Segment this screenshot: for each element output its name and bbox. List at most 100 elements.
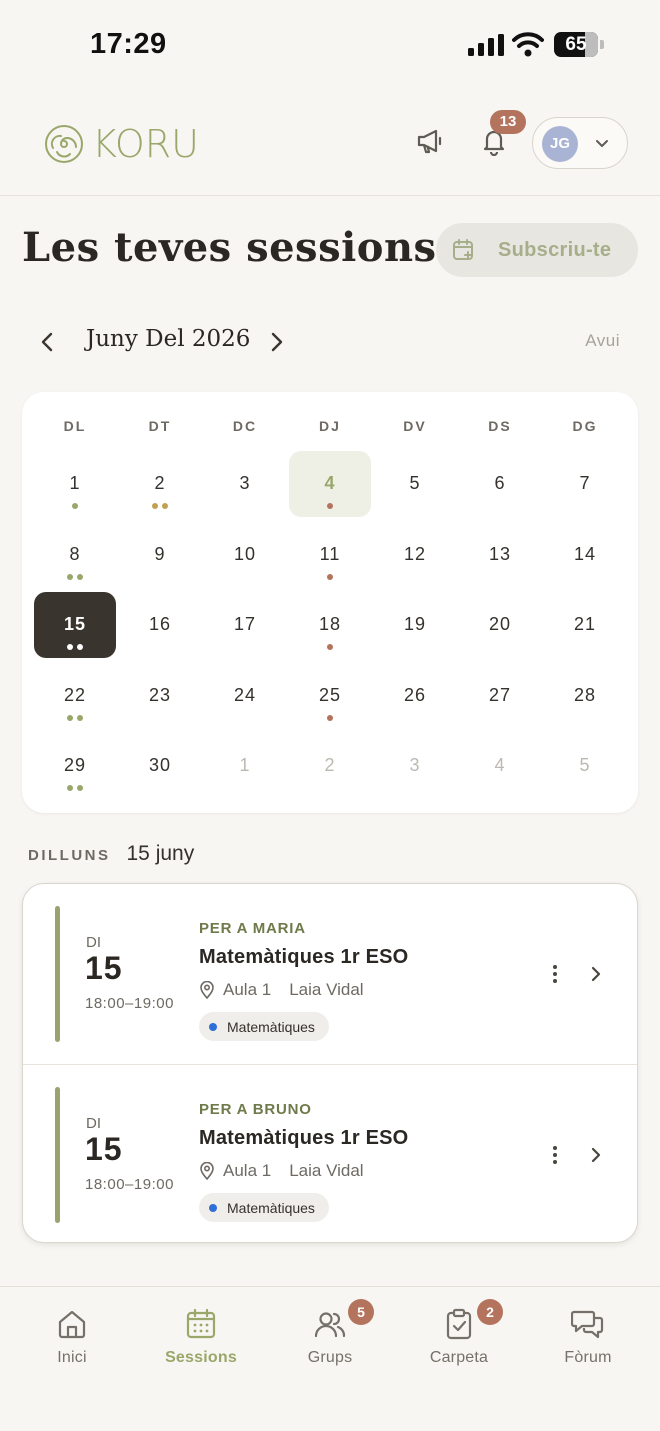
session-dot bbox=[67, 785, 73, 791]
calendar-day[interactable]: 26 bbox=[374, 663, 456, 729]
session-teacher: Laia Vidal bbox=[289, 1161, 364, 1180]
calendar-day-selected[interactable]: 15 bbox=[34, 592, 116, 658]
calendar-day[interactable]: 25 bbox=[289, 663, 371, 729]
session-meta: Aula 1 Laia Vidal bbox=[199, 1161, 364, 1181]
session-dots bbox=[34, 644, 116, 652]
day-number: 28 bbox=[573, 684, 597, 705]
calendar-day[interactable]: 13 bbox=[459, 522, 541, 588]
users-icon bbox=[314, 1312, 346, 1338]
calendar-day[interactable]: 3 bbox=[374, 733, 456, 799]
chat-icon bbox=[571, 1310, 604, 1339]
day-number: 1 bbox=[239, 755, 251, 775]
weekday-label: DT bbox=[148, 418, 172, 434]
session-dots bbox=[34, 714, 116, 723]
chevron-right-icon[interactable] bbox=[587, 964, 605, 984]
calendar-day[interactable]: 14 bbox=[544, 522, 626, 588]
day-number: 29 bbox=[63, 755, 87, 775]
session-dot bbox=[67, 644, 73, 650]
calendar-day[interactable]: 24 bbox=[204, 663, 286, 729]
day-number: 25 bbox=[318, 684, 342, 705]
calendar-day[interactable]: 20 bbox=[459, 592, 541, 658]
subscribe-button[interactable]: Subscriu-te bbox=[436, 223, 638, 277]
calendar-day[interactable]: 3 bbox=[204, 451, 286, 517]
nav-item-carpeta[interactable]: 2 Carpeta bbox=[399, 1299, 519, 1377]
bottom-navigation: Inici Sessions 5 Grups 2 Carpeta Fòrum bbox=[0, 1286, 660, 1431]
calendar-day[interactable]: 23 bbox=[119, 663, 201, 729]
day-number: 5 bbox=[409, 473, 421, 493]
calendar-day[interactable]: 10 bbox=[204, 522, 286, 588]
calendar-day[interactable]: 4 bbox=[459, 733, 541, 799]
megaphone-icon[interactable] bbox=[415, 126, 445, 156]
session-dots bbox=[34, 503, 116, 511]
calendar-day[interactable]: 2 bbox=[289, 733, 371, 799]
session-hours: 18:00–19:00 bbox=[85, 995, 174, 1012]
calendar-day[interactable]: 16 bbox=[119, 592, 201, 658]
user-menu-button[interactable]: JG bbox=[532, 117, 628, 169]
session-dot bbox=[77, 785, 83, 791]
session-dots bbox=[289, 573, 371, 582]
calendar-day[interactable]: 19 bbox=[374, 592, 456, 658]
calendar-day[interactable]: 5 bbox=[544, 733, 626, 799]
calendar-day[interactable]: 18 bbox=[289, 592, 371, 658]
chevron-left-icon[interactable] bbox=[36, 330, 60, 354]
session-title: Matemàtiques 1r ESO bbox=[199, 946, 409, 968]
calendar-day[interactable]: 21 bbox=[544, 592, 626, 658]
today-button[interactable]: Avui bbox=[585, 331, 620, 351]
day-number: 27 bbox=[488, 684, 512, 705]
nav-item-forum[interactable]: Fòrum bbox=[528, 1307, 648, 1377]
app-header: KORU 13 JG bbox=[0, 96, 660, 196]
nav-item-sessions[interactable]: Sessions bbox=[141, 1307, 261, 1377]
more-vertical-icon[interactable] bbox=[545, 1143, 565, 1167]
session-dots bbox=[289, 644, 371, 652]
subject-tag: Matemàtiques bbox=[199, 1193, 329, 1222]
calendar-day[interactable]: 12 bbox=[374, 522, 456, 588]
day-number: 23 bbox=[148, 684, 172, 705]
weekday-label: DG bbox=[572, 418, 598, 434]
session-dots bbox=[289, 714, 371, 723]
session-dot bbox=[327, 644, 333, 650]
calendar-day[interactable]: 7 bbox=[544, 451, 626, 517]
selected-day-name: DILLUNS bbox=[28, 847, 111, 864]
calendar-day[interactable]: 30 bbox=[119, 733, 201, 799]
calendar-day[interactable]: 22 bbox=[34, 663, 116, 729]
session-dots bbox=[119, 503, 201, 511]
calendar-day[interactable]: 2 bbox=[119, 451, 201, 517]
session-day: 15 bbox=[85, 1131, 123, 1167]
calendar-day[interactable]: 8 bbox=[34, 522, 116, 588]
calendar-day[interactable]: 9 bbox=[119, 522, 201, 588]
session-meta: Aula 1 Laia Vidal bbox=[199, 980, 364, 1000]
calendar-day[interactable]: 29 bbox=[34, 733, 116, 799]
subject-color-dot bbox=[209, 1203, 217, 1212]
chevron-right-icon[interactable] bbox=[264, 330, 288, 354]
nav-item-inici[interactable]: Inici bbox=[12, 1307, 132, 1377]
calendar-day[interactable]: 6 bbox=[459, 451, 541, 517]
session-card[interactable]: DI 15 18:00–19:00 PER A BRUNO Matemàtiqu… bbox=[23, 1064, 637, 1242]
more-vertical-icon[interactable] bbox=[545, 962, 565, 986]
nav-badge: 5 bbox=[348, 1299, 374, 1325]
day-number: 22 bbox=[63, 684, 87, 705]
nav-item-grups[interactable]: 5 Grups bbox=[270, 1299, 390, 1377]
calendar-day[interactable]: 11 bbox=[289, 522, 371, 588]
day-number: 17 bbox=[233, 614, 257, 634]
session-teacher: Laia Vidal bbox=[289, 980, 364, 999]
calendar-icon bbox=[186, 1308, 216, 1339]
session-card[interactable]: DI 15 18:00–19:00 PER A MARIA Matemàtiqu… bbox=[23, 884, 637, 1064]
koru-logo[interactable]: KORU bbox=[44, 122, 199, 166]
subject-tag-label: Matemàtiques bbox=[227, 1199, 315, 1216]
weekday-label: DC bbox=[232, 418, 258, 434]
calendar-day[interactable]: 5 bbox=[374, 451, 456, 517]
day-number: 1 bbox=[69, 473, 81, 493]
chevron-right-icon[interactable] bbox=[587, 1145, 605, 1165]
session-day-of-week: DI bbox=[86, 1115, 101, 1132]
sessions-list: DI 15 18:00–19:00 PER A MARIA Matemàtiqu… bbox=[22, 883, 638, 1243]
calendar-day[interactable]: 17 bbox=[204, 592, 286, 658]
calendar-day[interactable]: 1 bbox=[34, 451, 116, 517]
session-dot bbox=[327, 573, 333, 580]
home-icon bbox=[58, 1310, 86, 1339]
calendar-day[interactable]: 4 bbox=[289, 451, 371, 517]
calendar-day[interactable]: 27 bbox=[459, 663, 541, 729]
nav-badge: 2 bbox=[477, 1299, 503, 1325]
day-number: 18 bbox=[318, 614, 342, 634]
calendar-day[interactable]: 1 bbox=[204, 733, 286, 799]
calendar-day[interactable]: 28 bbox=[544, 663, 626, 729]
